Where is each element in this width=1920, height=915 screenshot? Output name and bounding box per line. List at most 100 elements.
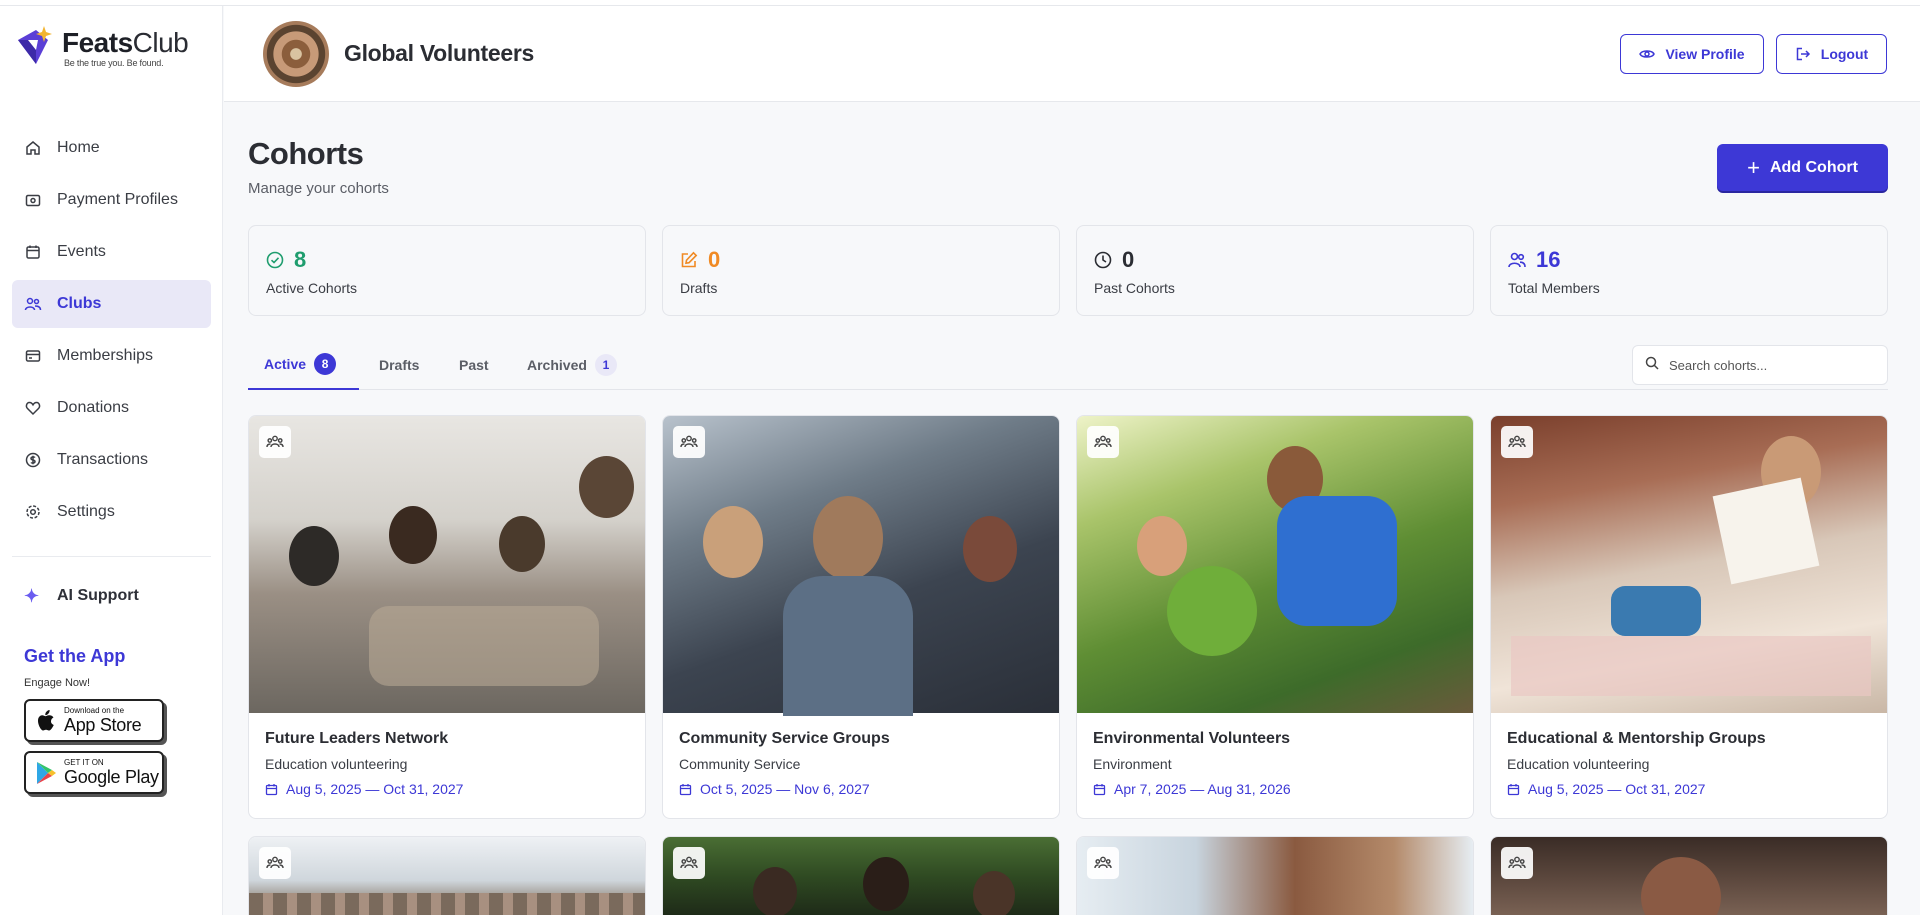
sidebar-item-memberships[interactable]: Memberships bbox=[12, 332, 211, 380]
eye-icon bbox=[1639, 48, 1656, 60]
tab-active[interactable]: Active 8 bbox=[248, 340, 359, 390]
stat-card-active: 8 Active Cohorts bbox=[248, 225, 646, 316]
add-cohort-button[interactable]: + Add Cohort bbox=[1717, 144, 1888, 191]
stat-card-members: 16 Total Members bbox=[1490, 225, 1888, 316]
brand-logo[interactable]: FeatsClub Be the true you. Be found. bbox=[14, 24, 189, 70]
brand-tagline: Be the true you. Be found. bbox=[64, 58, 164, 68]
heart-icon bbox=[24, 399, 42, 417]
gear-icon bbox=[24, 503, 42, 521]
cohort-card[interactable] bbox=[1076, 836, 1474, 915]
dollar-icon bbox=[24, 451, 42, 469]
group-icon bbox=[1087, 426, 1119, 458]
search-input[interactable] bbox=[1669, 357, 1869, 373]
cohort-image bbox=[663, 837, 1059, 915]
ai-support-label: AI Support bbox=[57, 587, 139, 604]
stat-value: 0 bbox=[708, 247, 721, 272]
cohort-date-range: Aug 5, 2025 — Oct 31, 2027 bbox=[286, 781, 464, 797]
stat-card-past: 0 Past Cohorts bbox=[1076, 225, 1474, 316]
cohort-card[interactable] bbox=[662, 836, 1060, 915]
cohort-image bbox=[1077, 416, 1473, 713]
org-name: Global Volunteers bbox=[344, 40, 535, 66]
brand-name: FeatsClub bbox=[62, 27, 189, 58]
group-icon bbox=[673, 847, 705, 879]
cohort-category: Education volunteering bbox=[1507, 756, 1650, 772]
logout-icon bbox=[1795, 47, 1811, 61]
app-store-big-text: App Store bbox=[64, 715, 142, 735]
stat-value: 0 bbox=[1122, 247, 1135, 272]
google-play-big-text: Google Play bbox=[64, 767, 159, 787]
view-profile-button[interactable]: View Profile bbox=[1620, 34, 1764, 74]
edit-icon bbox=[680, 251, 698, 269]
tab-count-badge: 8 bbox=[314, 353, 337, 375]
sidebar-item-settings[interactable]: Settings bbox=[12, 488, 211, 536]
cohort-card[interactable]: Educational & Mentorship Groups Educatio… bbox=[1490, 415, 1888, 819]
users-icon bbox=[1508, 251, 1526, 269]
sidebar-item-label: Home bbox=[57, 139, 100, 156]
sidebar-divider bbox=[12, 556, 211, 557]
users-icon bbox=[24, 295, 42, 313]
apple-icon bbox=[34, 708, 58, 734]
clock-icon bbox=[1094, 251, 1112, 269]
cohort-card[interactable]: Future Leaders Network Education volunte… bbox=[248, 415, 646, 819]
top-header: Global Volunteers View Profile Logout bbox=[224, 6, 1920, 102]
cohort-title: Future Leaders Network bbox=[265, 730, 449, 747]
get-app-heading: Get the App bbox=[24, 646, 126, 666]
cohort-image bbox=[1077, 837, 1473, 915]
cohort-image bbox=[1491, 416, 1887, 713]
cohort-image bbox=[249, 416, 645, 713]
group-icon bbox=[673, 426, 705, 458]
sidebar-item-donations[interactable]: Donations bbox=[12, 384, 211, 432]
group-icon bbox=[1087, 847, 1119, 879]
stat-label: Past Cohorts bbox=[1094, 280, 1175, 296]
cohort-card[interactable] bbox=[248, 836, 646, 915]
tab-drafts[interactable]: Drafts bbox=[379, 340, 419, 390]
tab-label: Active bbox=[264, 356, 307, 372]
org-avatar[interactable] bbox=[263, 21, 329, 87]
group-icon bbox=[259, 847, 291, 879]
app-store-small-text: Download on the bbox=[64, 706, 125, 715]
group-icon bbox=[1501, 426, 1533, 458]
tab-count-badge: 1 bbox=[594, 354, 617, 376]
google-play-button[interactable]: GET IT ON Google Play bbox=[24, 751, 164, 794]
logo-icon bbox=[14, 24, 58, 70]
sidebar-item-label: Transactions bbox=[57, 451, 148, 468]
cohort-card[interactable]: Community Service Groups Community Servi… bbox=[662, 415, 1060, 819]
calendar-icon bbox=[1093, 783, 1106, 796]
calendar-icon bbox=[679, 783, 692, 796]
google-play-small-text: GET IT ON bbox=[64, 758, 104, 767]
sidebar-item-transactions[interactable]: Transactions bbox=[12, 436, 211, 484]
sidebar-item-events[interactable]: Events bbox=[12, 228, 211, 276]
calendar-icon bbox=[1507, 783, 1520, 796]
plus-icon: + bbox=[1747, 154, 1760, 180]
search-box[interactable] bbox=[1632, 345, 1888, 385]
sidebar-item-label: Events bbox=[57, 243, 106, 260]
logout-button[interactable]: Logout bbox=[1776, 34, 1887, 74]
cohort-category: Community Service bbox=[679, 756, 801, 772]
logout-label: Logout bbox=[1820, 46, 1869, 62]
tab-archived[interactable]: Archived 1 bbox=[527, 340, 617, 390]
cohort-card[interactable]: Environmental Volunteers Environment Apr… bbox=[1076, 415, 1474, 819]
cohort-card[interactable] bbox=[1490, 836, 1888, 915]
sidebar-item-payment-profiles[interactable]: Payment Profiles bbox=[12, 176, 211, 224]
sidebar-item-label: Donations bbox=[57, 399, 130, 416]
cohort-dates: Aug 5, 2025 — Oct 31, 2027 bbox=[265, 781, 463, 797]
brand-name-bold: Feats bbox=[62, 27, 133, 58]
tab-label: Archived bbox=[527, 357, 587, 373]
sidebar-item-label: Settings bbox=[57, 503, 115, 520]
sparkle-icon: ✦ bbox=[24, 585, 40, 606]
sidebar-item-clubs[interactable]: Clubs bbox=[12, 280, 211, 328]
sidebar-item-home[interactable]: Home bbox=[12, 124, 211, 172]
tab-label: Drafts bbox=[379, 357, 420, 373]
add-cohort-label: Add Cohort bbox=[1769, 158, 1858, 176]
cohort-date-range: Oct 5, 2025 — Nov 6, 2027 bbox=[700, 781, 870, 797]
cohort-title: Environmental Volunteers bbox=[1093, 730, 1291, 747]
stat-label: Total Members bbox=[1508, 280, 1600, 296]
ai-support-button[interactable]: ✦ AI Support bbox=[12, 574, 211, 618]
view-profile-label: View Profile bbox=[1665, 46, 1745, 62]
search-icon bbox=[1645, 356, 1659, 375]
stat-value: 8 bbox=[294, 247, 307, 272]
cohort-dates: Apr 7, 2025 — Aug 31, 2026 bbox=[1093, 781, 1291, 797]
app-store-button[interactable]: Download on the App Store bbox=[24, 699, 164, 742]
tab-past[interactable]: Past bbox=[459, 340, 489, 390]
page-subtitle: Manage your cohorts bbox=[248, 180, 389, 197]
